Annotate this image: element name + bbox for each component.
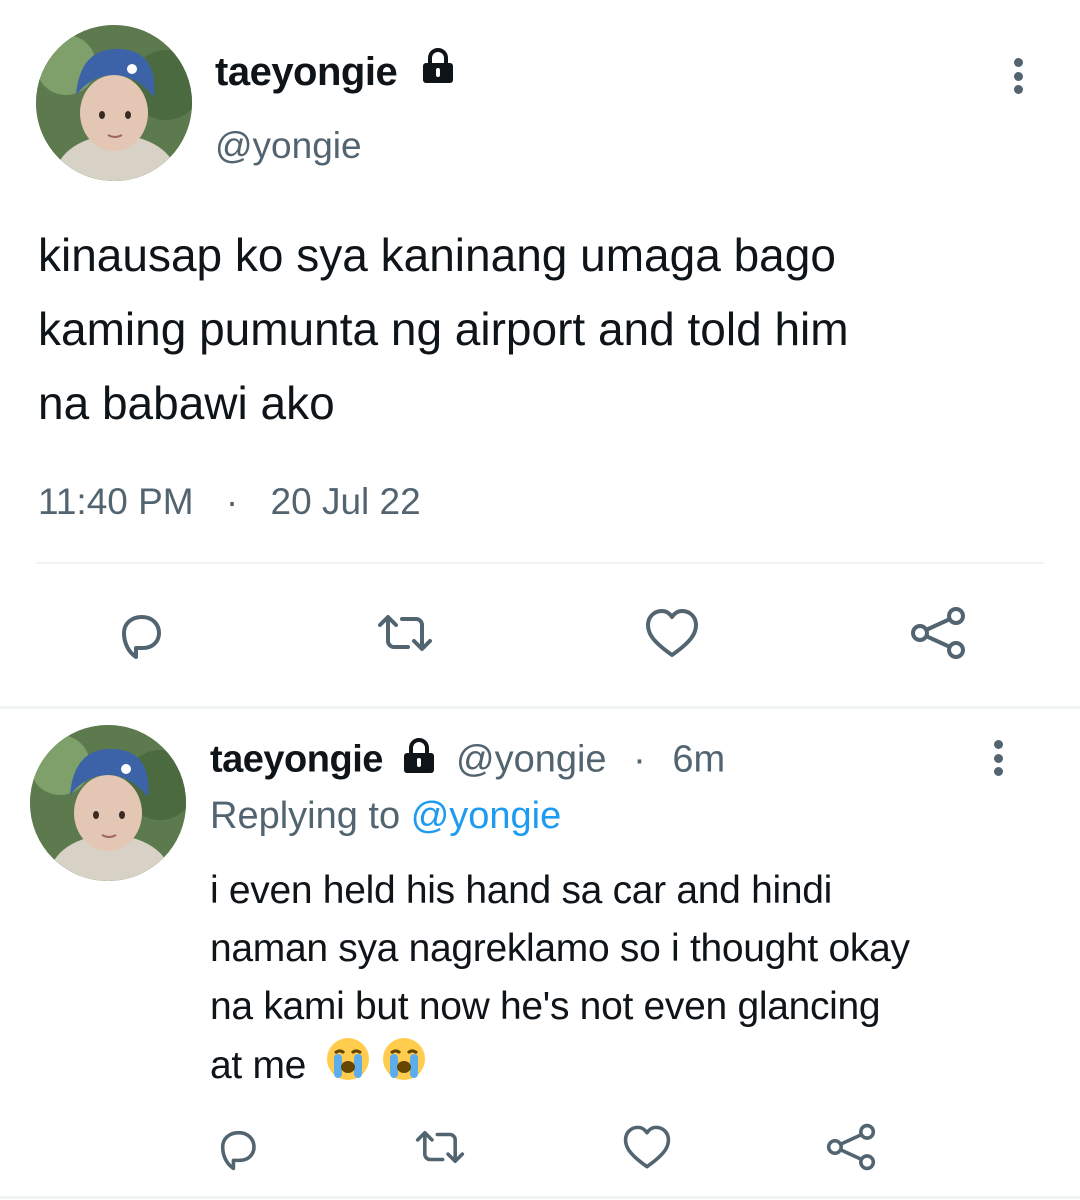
- reply-text: i even held his hand sa car and hindi na…: [210, 862, 1050, 1099]
- share-icon: [911, 607, 965, 659]
- timestamp-separator: ·: [225, 481, 239, 522]
- tweet-text: kinausap ko sya kaninang umaga bago kami…: [38, 218, 1048, 440]
- more-vertical-icon[interactable]: [1012, 58, 1024, 94]
- header-separator: ·: [633, 738, 646, 781]
- bottom-divider: [0, 1196, 1080, 1199]
- divider: [36, 562, 1044, 564]
- reply-text-line: at me: [210, 1043, 307, 1087]
- lock-icon: [418, 46, 458, 91]
- like-icon: [623, 1125, 671, 1169]
- avatar-photo-icon: [36, 25, 192, 181]
- main-handle[interactable]: @yongie: [215, 124, 362, 168]
- retweet-button[interactable]: [408, 1120, 472, 1174]
- tweet-date: 20 Jul 22: [270, 481, 421, 522]
- more-vertical-icon[interactable]: [992, 740, 1004, 776]
- lock-icon: [399, 736, 439, 787]
- share-button[interactable]: [822, 1120, 880, 1174]
- reply-avatar[interactable]: [30, 725, 186, 881]
- tweet-text-line: kaming pumunta ng airport and told him: [38, 303, 849, 355]
- like-button[interactable]: [640, 603, 704, 663]
- share-icon: [826, 1123, 876, 1171]
- reply-text-last-line: at me: [210, 1036, 1050, 1099]
- main-display-name[interactable]: taeyongie: [215, 48, 398, 96]
- tweet-time: 11:40 PM: [38, 481, 194, 522]
- reply-button[interactable]: [110, 603, 170, 663]
- share-button[interactable]: [906, 603, 970, 663]
- retweet-icon: [415, 1130, 465, 1164]
- replying-to: Replying to @yongie: [210, 793, 561, 839]
- main-avatar[interactable]: [36, 25, 192, 181]
- reply-icon: [220, 1130, 256, 1171]
- reply-age[interactable]: 6m: [672, 739, 725, 781]
- replying-to-label: Replying to: [210, 795, 401, 837]
- loudly-crying-face-icon: [381, 1036, 427, 1099]
- like-button[interactable]: [618, 1120, 676, 1174]
- reply-display-name[interactable]: taeyongie: [210, 739, 383, 781]
- reply-button[interactable]: [210, 1120, 264, 1174]
- tweet-text-line: na babawi ako: [38, 377, 335, 429]
- like-icon: [646, 609, 698, 657]
- replying-to-handle[interactable]: @yongie: [411, 795, 562, 837]
- tweet-text-line: kinausap ko sya kaninang umaga bago: [38, 229, 836, 281]
- reply-icon: [122, 615, 161, 659]
- loudly-crying-face-icon: [325, 1036, 371, 1099]
- retweet-icon: [378, 615, 432, 651]
- reply-text-line: i even held his hand sa car and hindi: [210, 869, 833, 912]
- tweet-separator: [0, 706, 1080, 709]
- reply-header: taeyongie @yongie · 6m: [210, 736, 725, 787]
- reply-handle[interactable]: @yongie: [456, 739, 607, 781]
- reply-text-line: na kami but now he's not even glancing: [210, 985, 881, 1028]
- reply-text-line: naman sya nagreklamo so i thought okay: [210, 927, 910, 970]
- retweet-button[interactable]: [370, 603, 440, 663]
- avatar-photo-icon: [30, 725, 186, 881]
- tweet-timestamp[interactable]: 11:40 PM · 20 Jul 22: [38, 480, 421, 524]
